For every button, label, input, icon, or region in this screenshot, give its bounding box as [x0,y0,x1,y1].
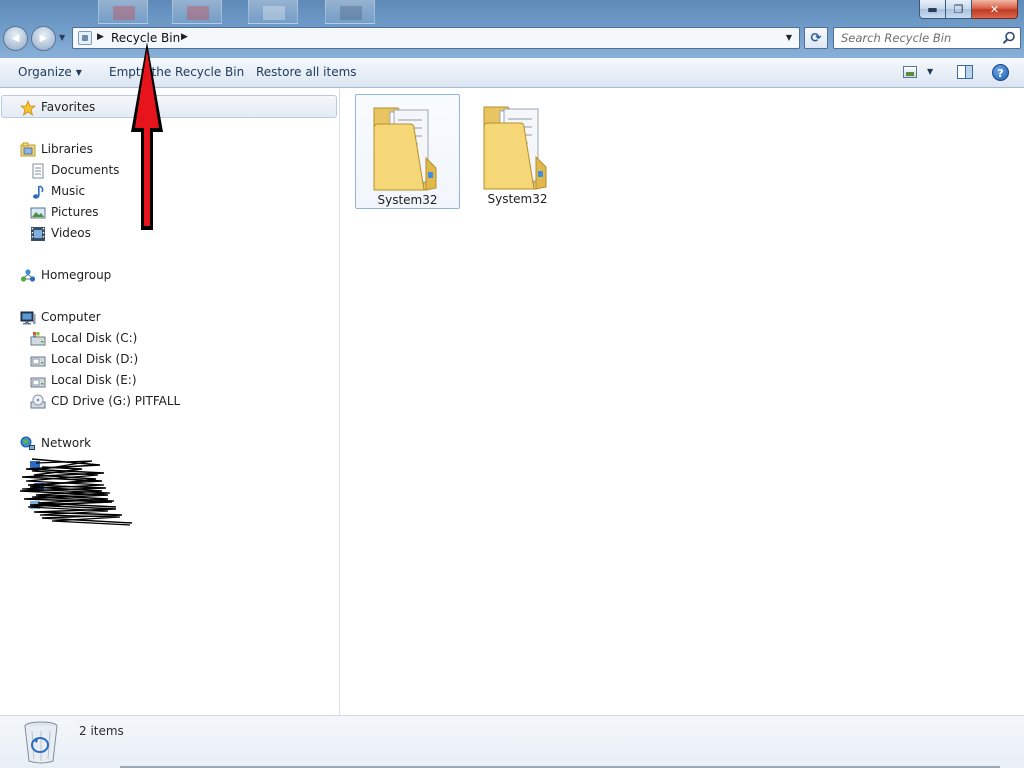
cd-drive-icon [30,394,46,409]
minimize-button[interactable]: ▬ [919,0,946,19]
breadcrumb-separator-icon[interactable]: ▶ [97,32,104,42]
forward-button[interactable]: ▶ [31,26,56,51]
nav-label: Libraries [41,142,93,156]
background-window-thumbnail [172,0,222,24]
back-button[interactable]: ◀ [3,26,28,51]
background-window-thumbnail [248,0,298,24]
file-list-pane[interactable]: System32 System32 [341,89,1024,715]
maximize-button[interactable]: ❐ [946,0,972,19]
music-note-icon [33,185,44,199]
back-arrow-icon: ◀ [11,33,20,44]
restore-all-items-button[interactable]: Restore all items [256,65,357,79]
close-button[interactable]: ✕ [972,0,1018,19]
details-pane: 2 items [0,715,1024,768]
change-view-icon[interactable] [903,66,917,78]
refresh-icon: ⟳ [810,30,822,46]
item-count: 2 items [79,724,124,738]
recycle-bin-location-icon [78,31,92,45]
organize-button[interactable]: Organize ▼ [18,65,82,79]
search-box[interactable] [833,27,1021,49]
nav-label: Videos [51,226,91,240]
nav-label: Local Disk (D:) [51,352,139,366]
recent-pages-dropdown[interactable]: ▼ [59,33,68,43]
hard-disk-icon [30,356,46,367]
file-name-label: System32 [487,192,548,206]
computer-icon [20,311,36,325]
help-icon[interactable]: ? [992,64,1009,81]
pictures-icon [30,207,46,219]
preview-pane-icon[interactable] [957,65,973,79]
homegroup-icon [20,269,36,282]
folder-icon [373,107,437,191]
view-options-dropdown-icon[interactable]: ▼ [927,67,933,76]
folder-item[interactable]: System32 [466,94,571,209]
background-window-thumbnail [325,0,375,24]
recycle-bin-icon [24,721,58,764]
breadcrumb-separator-icon[interactable]: ▶ [181,32,188,42]
nav-label: Homegroup [41,268,112,282]
chevron-down-icon: ▼ [75,68,82,77]
nav-label: Local Disk (E:) [51,373,137,387]
forward-arrow-icon: ▶ [39,33,48,44]
search-input[interactable] [834,28,1002,48]
nav-label: Documents [51,163,120,177]
nav-label: Music [51,184,86,198]
nav-label: Network [41,436,92,450]
network-icon [20,436,35,450]
nav-label: CD Drive (G:) PITFALL [51,394,181,408]
nav-label: Computer [41,310,101,324]
file-name-label: System32 [377,193,438,207]
hard-disk-icon [30,377,46,388]
search-icon[interactable] [1002,31,1016,45]
videos-film-icon [31,227,45,241]
nav-label: Local Disk (C:) [51,331,138,345]
organize-label: Organize [18,65,72,79]
address-bar[interactable]: ▶ Recycle Bin ▶ ▼ [72,27,800,49]
refresh-button[interactable]: ⟳ [804,27,828,49]
documents-icon [32,163,44,179]
red-annotation-arrow [131,42,163,230]
nav-label: Pictures [51,205,99,219]
window-controls: ▬ ❐ ✕ [919,0,1018,20]
navigation-pane: Favorites Libraries Documents Music Pict… [0,89,340,715]
address-history-dropdown-icon[interactable]: ▼ [781,30,797,46]
nav-label: Favorites [41,100,96,114]
folder-item-selected[interactable]: System32 [355,94,460,209]
background-window-thumbnail [98,0,148,24]
folder-icon [483,106,547,190]
local-disk-windows-icon [30,332,46,346]
star-icon [20,100,36,116]
libraries-icon [20,142,36,157]
redacted-network-items-scribble [19,458,133,526]
